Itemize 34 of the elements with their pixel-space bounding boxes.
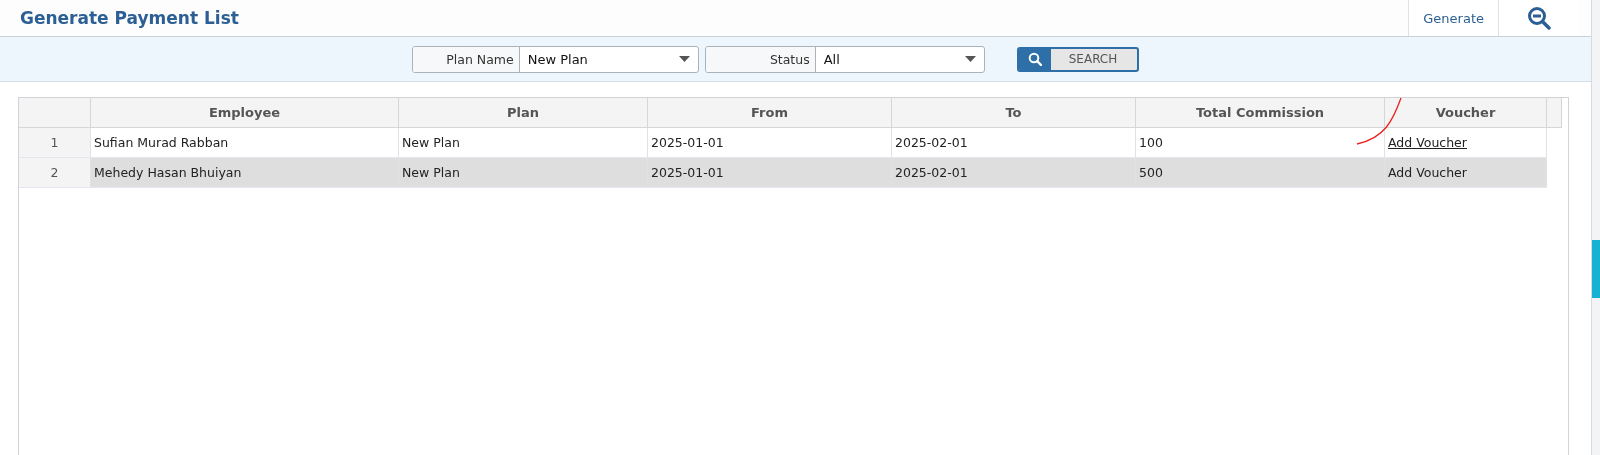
select-value: All <box>823 51 840 67</box>
table-cell: 100 <box>1136 128 1385 158</box>
column-header[interactable]: Plan <box>399 98 648 128</box>
table-cell: 500 <box>1136 158 1385 188</box>
filter-label: Plan Name <box>412 46 520 72</box>
column-header[interactable]: From <box>648 98 892 128</box>
select-value: New Plan <box>527 51 588 67</box>
column-header[interactable]: Total Commission <box>1136 98 1385 128</box>
row-number: 1 <box>19 128 91 158</box>
table-cell: 2025-01-01 <box>648 128 892 158</box>
search-button[interactable]: SEARCH <box>1016 46 1140 72</box>
filter-select[interactable]: Plan Name New Plan <box>411 45 699 73</box>
scrollbar-thumb[interactable] <box>1592 240 1600 298</box>
dropdown-caret-icon <box>678 56 690 62</box>
column-header[interactable]: Employee <box>91 98 399 128</box>
table-cell: Mehedy Hasan Bhuiyan <box>91 158 399 188</box>
column-header[interactable]: Voucher <box>1385 98 1547 128</box>
table-cell: 2025-02-01 <box>892 128 1136 158</box>
page-title: Generate Payment List <box>20 8 239 28</box>
row-number: 2 <box>19 158 91 188</box>
filter-label: Status <box>705 46 816 72</box>
column-header[interactable]: To <box>892 98 1136 128</box>
zoom-out-icon <box>1527 6 1551 30</box>
search-icon <box>1027 52 1042 66</box>
table-cell: 2025-02-01 <box>892 158 1136 188</box>
table-cell: New Plan <box>399 128 648 158</box>
add-voucher-link[interactable]: Add Voucher <box>1388 135 1467 150</box>
table-cell: 2025-01-01 <box>648 158 892 188</box>
column-header[interactable] <box>19 98 91 128</box>
dropdown-caret-icon <box>964 56 976 62</box>
table-cell: Sufian Murad Rabban <box>91 128 399 158</box>
table-cell: New Plan <box>399 158 648 188</box>
scrollbar[interactable] <box>1591 0 1600 455</box>
filter-select[interactable]: Status All <box>704 45 985 73</box>
